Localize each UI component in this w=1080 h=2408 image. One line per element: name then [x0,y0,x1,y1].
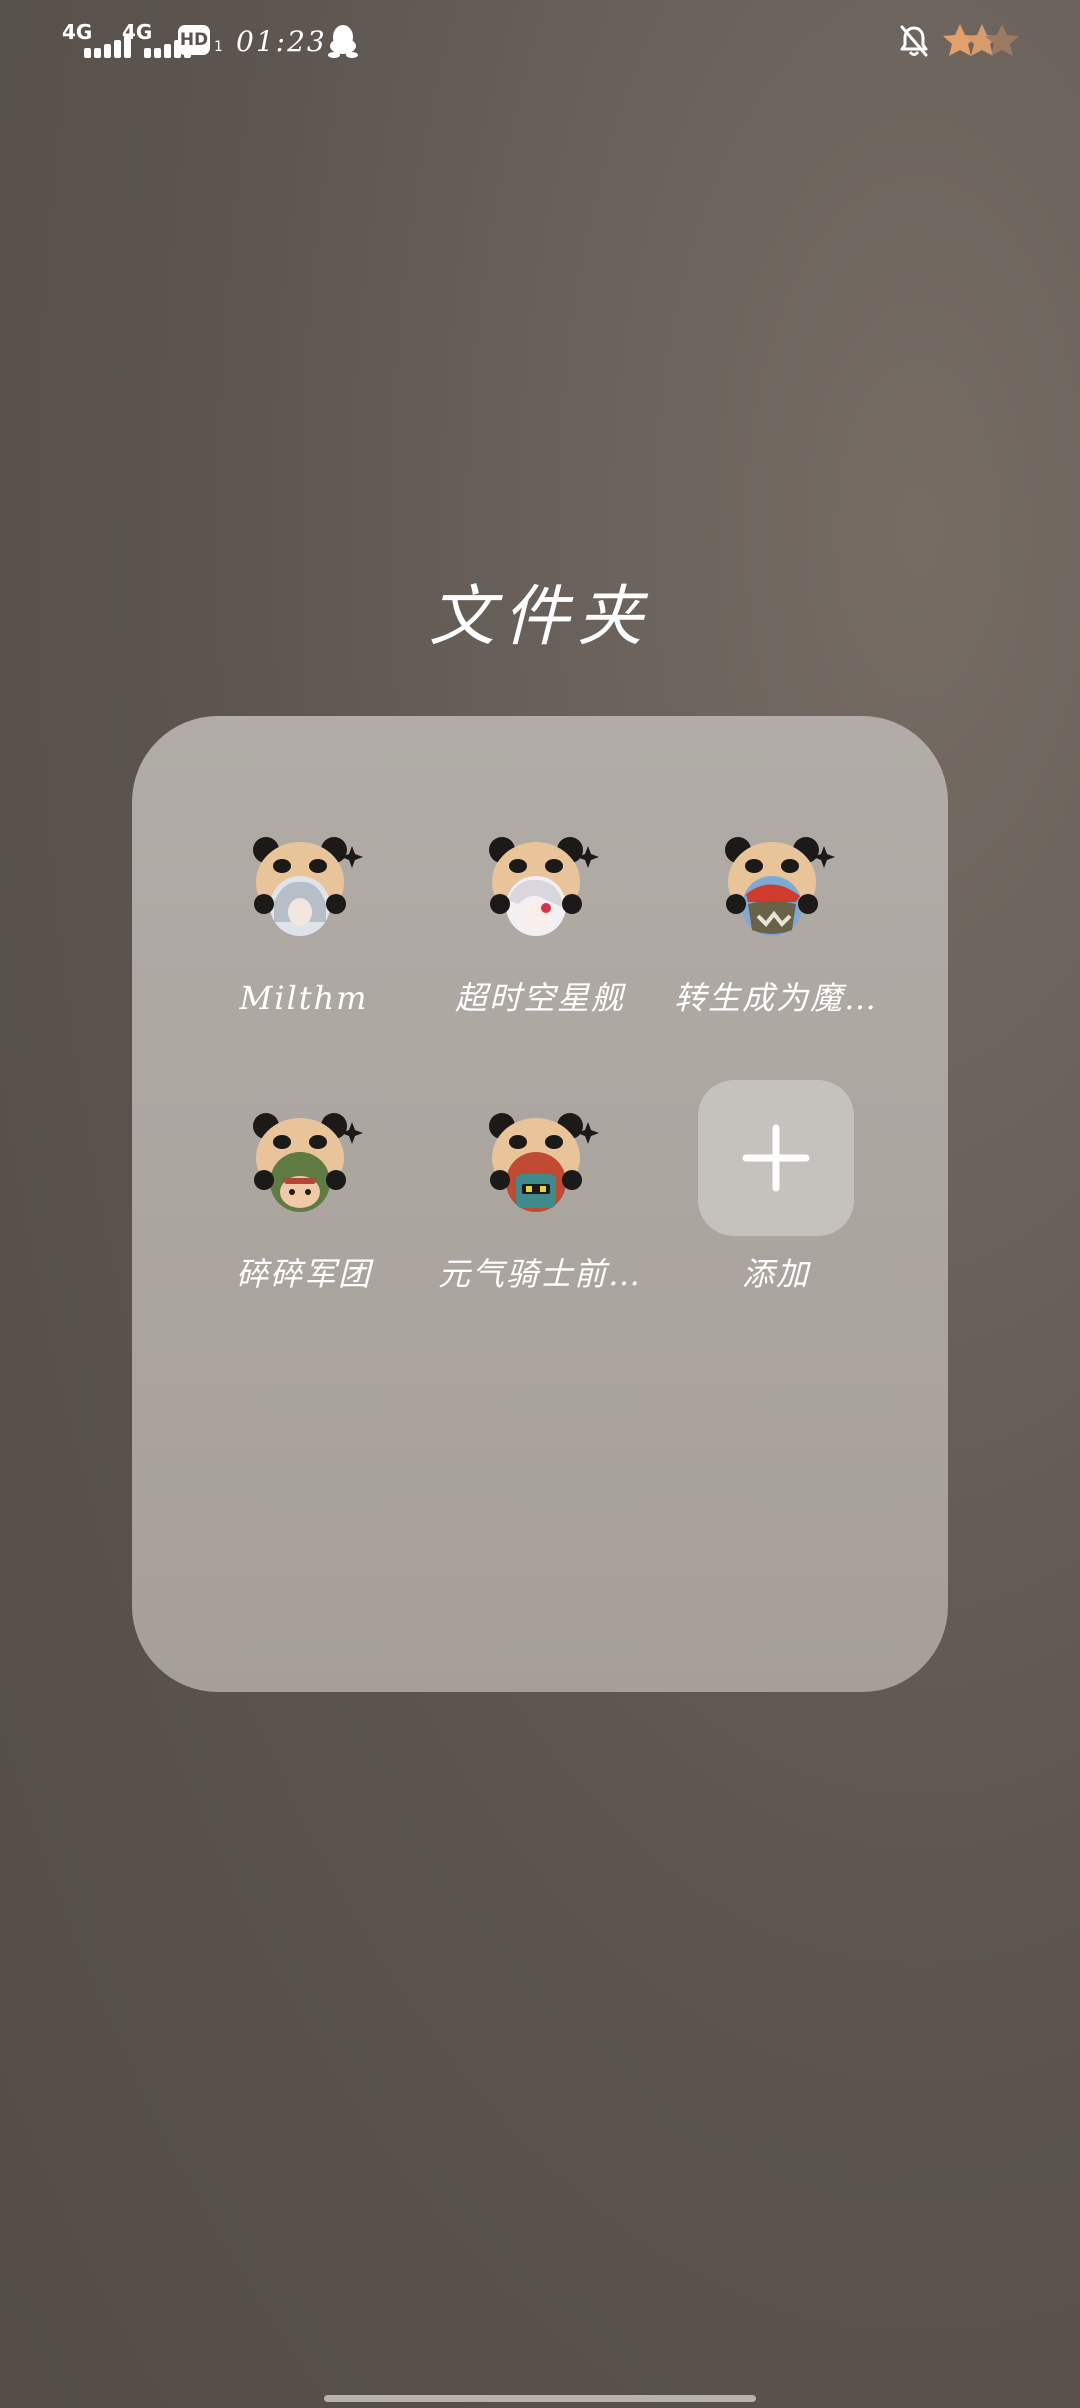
milthm-app-icon [253,837,363,936]
home-indicator[interactable] [324,2395,756,2402]
status-bar: 4G 4G HD 1 01:23 [0,0,1080,84]
app-milthm[interactable]: Milthm [188,824,420,1084]
app-label: 元气骑士前… [437,1255,642,1293]
app-zhuansheng-chengwei-mo[interactable]: 转生成为魔… [660,824,892,1084]
app-label: 碎碎军团 [235,1255,372,1293]
qq-penguin-icon [328,25,358,58]
hd-voice-icon: HD [178,25,210,55]
notifications-off-icon [900,25,928,57]
add-tile[interactable] [698,1080,854,1236]
add-label: 添加 [741,1255,810,1293]
status-clock: 01:23 [236,25,327,58]
zhuansheng-chengwei-mo-app-icon [725,837,835,936]
plus-icon [742,1124,810,1192]
hd-voice-sim-number: 1 [214,39,223,55]
battery-icon [943,24,1019,56]
app-chaoshikong-xingjian[interactable]: 超时空星舰 [424,824,656,1084]
yuanqi-qishi-qian-app-icon [489,1113,599,1212]
chaoshikong-xingjian-app-icon [489,837,599,936]
app-suisui-juntuan[interactable]: 碎碎军团 [188,1100,420,1360]
suisui-juntuan-app-icon [253,1113,363,1212]
app-label: Milthm [239,979,369,1017]
app-yuanqi-qishi-qian[interactable]: 元气骑士前… [424,1100,656,1360]
app-label: 超时空星舰 [454,979,625,1017]
add-app-button[interactable]: 添加 [660,1080,892,1340]
folder-panel: Milthm 超时空星舰 转生成为魔… 碎碎军团 元气骑士前… 添加 [132,716,948,1692]
app-label: 转生成为魔… [673,979,878,1017]
folder-title[interactable]: 文件夹 [0,572,1080,662]
